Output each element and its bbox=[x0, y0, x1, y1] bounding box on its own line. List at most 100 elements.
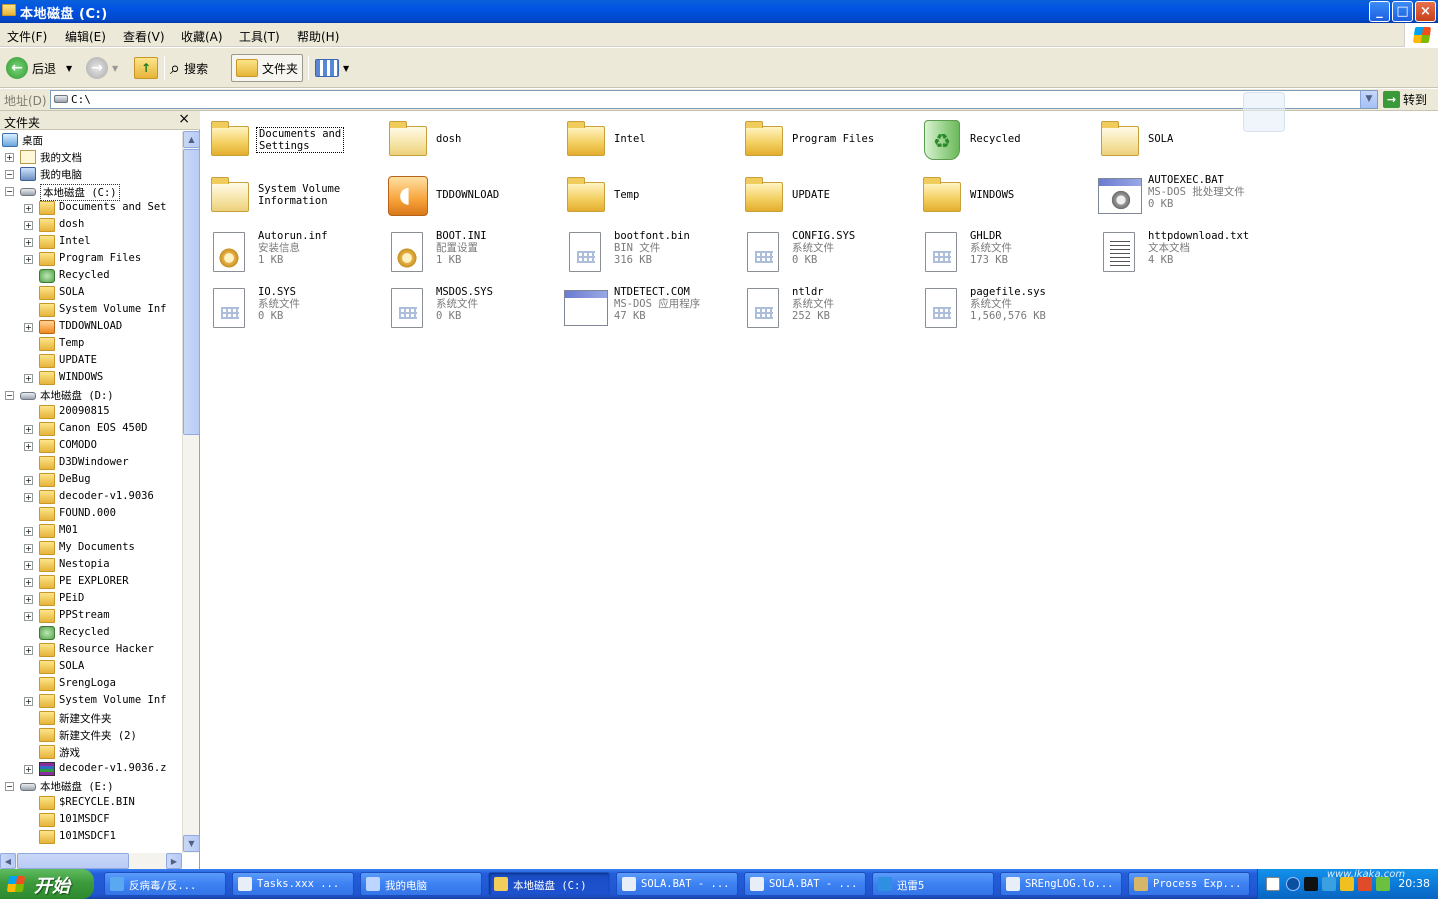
tree-item[interactable]: UPDATE bbox=[0, 353, 182, 370]
tree-item[interactable]: + M01 bbox=[0, 523, 182, 540]
file-item[interactable]: Recycled bbox=[913, 113, 1088, 165]
file-item[interactable]: NTDETECT.COM MS-DOS 应用程序 47 KB bbox=[557, 281, 732, 333]
file-item[interactable]: WINDOWS bbox=[913, 169, 1088, 221]
expand-icon[interactable]: + bbox=[24, 561, 33, 570]
expand-icon[interactable]: + bbox=[24, 221, 33, 230]
tree-item[interactable]: + TDDOWNLOAD bbox=[0, 319, 182, 336]
tree-item[interactable]: 新建文件夹 bbox=[0, 710, 182, 727]
taskbar-button[interactable]: 本地磁盘 (C:) bbox=[488, 872, 610, 896]
tree-item[interactable]: D3DWindower bbox=[0, 455, 182, 472]
file-item[interactable]: UPDATE bbox=[735, 169, 910, 221]
expand-icon[interactable]: + bbox=[24, 238, 33, 247]
tree-item[interactable]: + decoder-v1.9036 bbox=[0, 489, 182, 506]
collapse-icon[interactable]: − bbox=[5, 187, 14, 196]
chevron-down-icon[interactable]: ▼ bbox=[343, 64, 349, 73]
tree-item[interactable]: + PPStream bbox=[0, 608, 182, 625]
menu-edit[interactable]: 编辑(E) bbox=[65, 28, 106, 45]
tree-item[interactable]: + PE EXPLORER bbox=[0, 574, 182, 591]
taskbar-button[interactable]: SOLA.BAT - ... bbox=[616, 872, 738, 896]
tree-item[interactable]: + decoder-v1.9036.z bbox=[0, 761, 182, 778]
file-item[interactable]: AUTOEXEC.BAT MS-DOS 批处理文件 0 KB bbox=[1091, 169, 1266, 221]
tree-item[interactable]: Recycled bbox=[0, 268, 182, 285]
menu-file[interactable]: 文件(F) bbox=[7, 28, 47, 45]
expand-icon[interactable]: + bbox=[24, 527, 33, 536]
keyboard-icon[interactable] bbox=[1266, 877, 1280, 891]
expand-icon[interactable]: + bbox=[24, 255, 33, 264]
file-item[interactable]: Autorun.inf 安装信息 1 KB bbox=[201, 225, 376, 277]
tree-item[interactable]: + Program Files bbox=[0, 251, 182, 268]
tree-vertical-scrollbar[interactable]: ▲ ▼ bbox=[182, 131, 200, 853]
file-item[interactable]: MSDOS.SYS 系统文件 0 KB bbox=[379, 281, 554, 333]
expand-icon[interactable]: + bbox=[24, 697, 33, 706]
address-input[interactable]: C:\ ▼ bbox=[50, 90, 1378, 109]
scroll-right-button[interactable]: ▶ bbox=[166, 853, 182, 869]
tree-item[interactable]: 101MSDCF1 bbox=[0, 829, 182, 846]
expand-icon[interactable]: + bbox=[24, 425, 33, 434]
expand-icon[interactable]: + bbox=[24, 493, 33, 502]
file-item[interactable]: SOLA bbox=[1091, 113, 1266, 165]
menu-favorites[interactable]: 收藏(A) bbox=[181, 28, 223, 45]
start-button[interactable]: 开始 bbox=[0, 869, 94, 899]
tree-item[interactable]: Recycled bbox=[0, 625, 182, 642]
tree-item[interactable]: + DeBug bbox=[0, 472, 182, 489]
expand-icon[interactable]: + bbox=[24, 646, 33, 655]
taskbar-button[interactable]: Process Exp... bbox=[1128, 872, 1250, 896]
tree-item[interactable]: + Canon EOS 450D bbox=[0, 421, 182, 438]
file-item[interactable]: IO.SYS 系统文件 0 KB bbox=[201, 281, 376, 333]
file-item[interactable]: BOOT.INI 配置设置 1 KB bbox=[379, 225, 554, 277]
expand-icon[interactable]: + bbox=[24, 323, 33, 332]
taskbar-button[interactable]: SOLA.BAT - ... bbox=[744, 872, 866, 896]
tree-item[interactable]: − 本地磁盘 (D:) bbox=[0, 387, 182, 404]
scroll-thumb[interactable] bbox=[17, 853, 129, 869]
up-button[interactable]: ↑ bbox=[134, 54, 158, 82]
file-item[interactable]: Program Files bbox=[735, 113, 910, 165]
scroll-left-button[interactable]: ◀ bbox=[0, 853, 16, 869]
file-item[interactable]: pagefile.sys 系统文件 1,560,576 KB bbox=[913, 281, 1088, 333]
close-button[interactable]: × bbox=[1415, 1, 1436, 22]
tree-item[interactable]: SOLA bbox=[0, 659, 182, 676]
file-item[interactable]: dosh bbox=[379, 113, 554, 165]
tree-item[interactable]: Temp bbox=[0, 336, 182, 353]
taskbar-button[interactable]: 迅雷5 bbox=[872, 872, 994, 896]
handwriting-pen-icon[interactable] bbox=[1243, 92, 1285, 132]
tree-item[interactable]: + My Documents bbox=[0, 540, 182, 557]
maximize-button[interactable]: □ bbox=[1392, 1, 1413, 22]
file-item[interactable]: Temp bbox=[557, 169, 732, 221]
tree-item[interactable]: + dosh bbox=[0, 217, 182, 234]
file-item[interactable]: bootfont.bin BIN 文件 316 KB bbox=[557, 225, 732, 277]
expand-icon[interactable]: + bbox=[5, 153, 14, 162]
file-item[interactable]: System Volume Information bbox=[201, 169, 376, 221]
title-bar[interactable]: 本地磁盘 (C:) _ □ × bbox=[0, 0, 1438, 23]
search-button[interactable]: ⌕ 搜索 bbox=[170, 54, 208, 82]
tree-item[interactable]: + Resource Hacker bbox=[0, 642, 182, 659]
taskbar-button[interactable]: SREngLOG.lo... bbox=[1000, 872, 1122, 896]
tree-item[interactable]: 游戏 bbox=[0, 744, 182, 761]
chevron-down-icon[interactable]: ▼ bbox=[66, 64, 72, 73]
tree-item[interactable]: System Volume Inf bbox=[0, 302, 182, 319]
tree-item[interactable]: + Intel bbox=[0, 234, 182, 251]
go-button[interactable]: → 转到 bbox=[1383, 91, 1427, 108]
collapse-icon[interactable]: − bbox=[5, 782, 14, 791]
address-dropdown-button[interactable]: ▼ bbox=[1360, 91, 1377, 108]
scroll-thumb[interactable] bbox=[183, 149, 200, 435]
tree-item[interactable]: SOLA bbox=[0, 285, 182, 302]
file-item[interactable]: GHLDR 系统文件 173 KB bbox=[913, 225, 1088, 277]
expand-icon[interactable]: + bbox=[24, 578, 33, 587]
file-item[interactable]: Documents and Settings bbox=[201, 113, 376, 165]
collapse-icon[interactable]: − bbox=[5, 170, 14, 179]
expand-icon[interactable]: + bbox=[24, 476, 33, 485]
tree-item[interactable]: + COMODO bbox=[0, 438, 182, 455]
tree-item[interactable]: + PEiD bbox=[0, 591, 182, 608]
tree-item[interactable]: 桌面 bbox=[0, 132, 182, 149]
collapse-icon[interactable]: − bbox=[5, 391, 14, 400]
folder-pane-close-button[interactable]: × bbox=[178, 111, 190, 127]
views-button[interactable]: ▼ bbox=[315, 54, 349, 82]
tree-item[interactable]: − 本地磁盘 (C:) bbox=[0, 183, 182, 201]
scroll-down-button[interactable]: ▼ bbox=[183, 835, 200, 852]
menu-view[interactable]: 查看(V) bbox=[123, 28, 165, 45]
scroll-up-button[interactable]: ▲ bbox=[183, 131, 200, 148]
expand-icon[interactable]: + bbox=[24, 374, 33, 383]
expand-icon[interactable]: + bbox=[24, 612, 33, 621]
tree-item[interactable]: − 本地磁盘 (E:) bbox=[0, 778, 182, 795]
tree-item[interactable]: 101MSDCF bbox=[0, 812, 182, 829]
